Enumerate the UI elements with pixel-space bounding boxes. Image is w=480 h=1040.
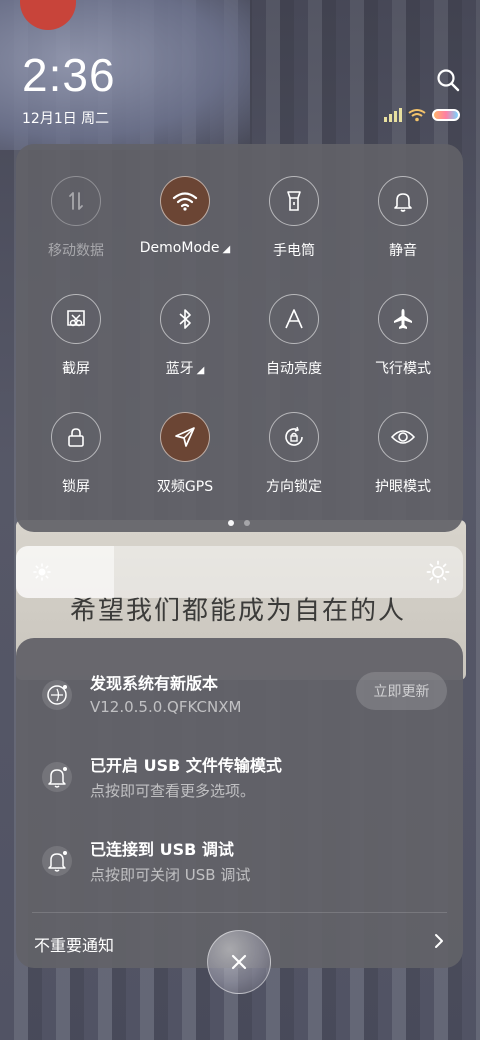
notification-usb-transfer[interactable]: 已开启 USB 文件传输模式 点按即可查看更多选项。 <box>16 748 463 808</box>
toggle-auto-brightness[interactable]: 自动亮度 <box>239 294 349 378</box>
notification-usb-debugging[interactable]: 已连接到 USB 调试 点按即可关闭 USB 调试 <box>16 832 463 892</box>
toggle-screenshot[interactable]: 截屏 <box>21 294 131 378</box>
status-icons <box>384 108 460 122</box>
mobile-data-icon <box>69 192 83 210</box>
toggle-mobile-data[interactable]: 移动数据 <box>21 176 131 260</box>
wifi-status-icon <box>408 109 426 122</box>
notification-title: 已连接到 USB 调试 <box>90 840 234 859</box>
bluetooth-icon <box>179 309 191 329</box>
toggle-label: 移动数据 <box>48 243 104 259</box>
rotation-lock-icon <box>285 426 303 446</box>
toggle-label: 手电筒 <box>273 243 315 259</box>
clock: 2:36 <box>22 49 116 101</box>
notification-subtitle: 点按即可查看更多选项。 <box>90 782 256 800</box>
toggle-label: 护眼模式 <box>375 479 431 495</box>
brightness-slider[interactable] <box>16 546 463 598</box>
search-button[interactable] <box>434 66 462 94</box>
lock-icon <box>68 428 84 447</box>
toggle-label: 双频GPS <box>156 479 214 495</box>
divider <box>32 912 447 913</box>
wifi-icon <box>172 192 198 211</box>
toggle-label: 静音 <box>389 243 417 259</box>
battery-icon <box>432 109 460 121</box>
expand-triangle-icon: ◢ <box>196 365 205 376</box>
eye-icon <box>390 430 416 444</box>
search-icon <box>437 69 460 92</box>
notification-bell-icon <box>42 846 72 876</box>
notification-panel: 发现系统有新版本 V12.0.5.0.QFKCNXM 立即更新 已开启 USB … <box>16 638 463 968</box>
toggle-flashlight[interactable]: 手电筒 <box>239 176 349 260</box>
toggle-rotation-lock[interactable]: 方向锁定 <box>239 412 349 496</box>
notification-bell-icon <box>42 762 72 792</box>
airplane-icon <box>394 309 412 329</box>
auto-brightness-icon <box>285 309 303 329</box>
clear-notifications-button[interactable] <box>207 930 271 994</box>
toggle-label: 飞行模式 <box>375 361 431 377</box>
toggle-airplane[interactable]: 飞行模式 <box>348 294 458 378</box>
toggle-label: 截屏 <box>62 361 90 377</box>
toggle-dual-gps[interactable]: 双频GPS <box>130 412 240 496</box>
toggle-label: 方向锁定 <box>266 479 322 495</box>
gps-icon <box>175 427 195 447</box>
bell-icon <box>394 193 412 212</box>
flashlight-icon <box>287 191 301 211</box>
close-icon <box>231 954 247 970</box>
update-now-button[interactable]: 立即更新 <box>356 672 447 710</box>
chevron-right-icon[interactable] <box>432 932 446 950</box>
toggle-eye-care[interactable]: 护眼模式 <box>348 412 458 496</box>
toggle-silent[interactable]: 静音 <box>348 176 458 260</box>
notification-subtitle: V12.0.5.0.QFKCNXM <box>90 698 242 716</box>
notification-subtitle: 点按即可关闭 USB 调试 <box>90 866 251 884</box>
toggle-lock-screen[interactable]: 锁屏 <box>21 412 131 496</box>
toggle-demomode[interactable]: DemoMode ◢ <box>130 176 240 256</box>
brightness-high-icon <box>426 560 450 584</box>
toggle-label: DemoMode <box>139 240 220 256</box>
toggle-label: 锁屏 <box>62 479 90 495</box>
system-update-icon <box>42 680 72 710</box>
date: 12月1日 周二 <box>22 111 110 127</box>
brightness-fill <box>16 546 114 598</box>
page-dot <box>228 520 234 526</box>
toggle-bluetooth[interactable]: 蓝牙 ◢ <box>130 294 240 378</box>
toggle-label: 蓝牙 <box>165 361 194 377</box>
toggle-label: 自动亮度 <box>266 361 322 377</box>
signal-icon <box>384 108 402 122</box>
notification-title: 已开启 USB 文件传输模式 <box>90 756 282 775</box>
page-dot <box>244 520 250 526</box>
screenshot-icon <box>67 310 85 327</box>
expand-triangle-icon: ◢ <box>222 244 231 255</box>
brightness-low-icon <box>33 563 51 581</box>
unimportant-notifications-link[interactable]: 不重要通知 <box>34 932 114 956</box>
quick-settings-panel: 移动数据 DemoMode ◢ 手电筒 静音 截屏 蓝牙 ◢ 自动亮度 飞行模式… <box>16 144 463 532</box>
page-indicator <box>228 520 250 526</box>
notification-title: 发现系统有新版本 <box>90 674 219 693</box>
